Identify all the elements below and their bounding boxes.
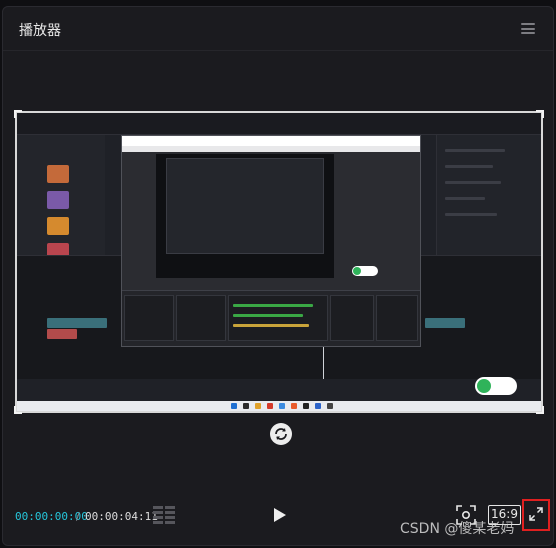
csdn-watermark: CSDN @傻某老妈 — [400, 521, 515, 537]
player-panel: 播放器 00:00:00:00 / 00:00:04:11 16:9 — [2, 6, 554, 546]
editor-properties-panel — [436, 135, 541, 255]
recording-badge — [475, 377, 517, 395]
crop-handle-bottom-left[interactable] — [14, 406, 22, 414]
time-separator: / — [76, 510, 80, 523]
windows-taskbar — [17, 401, 541, 411]
captured-desktop — [17, 113, 541, 411]
editor-media-panel — [17, 135, 105, 261]
fullscreen-icon — [529, 507, 543, 521]
panel-title: 播放器 — [19, 23, 61, 39]
editor-toolbar — [17, 113, 541, 135]
rotate-button[interactable] — [270, 423, 292, 445]
play-icon[interactable] — [273, 507, 287, 523]
fullscreen-button[interactable] — [522, 499, 550, 531]
menu-icon[interactable] — [521, 23, 535, 34]
total-duration: 00:00:04:11 — [85, 510, 158, 523]
rotate-icon — [275, 428, 287, 440]
crop-handle-top-right[interactable] — [536, 110, 544, 118]
crop-handle-top-left[interactable] — [14, 110, 22, 118]
panel-header: 播放器 — [3, 7, 553, 51]
grid-icon[interactable] — [153, 506, 175, 524]
obs-window — [121, 135, 421, 347]
crop-handle-bottom-right[interactable] — [536, 406, 544, 414]
video-preview[interactable] — [14, 110, 544, 414]
